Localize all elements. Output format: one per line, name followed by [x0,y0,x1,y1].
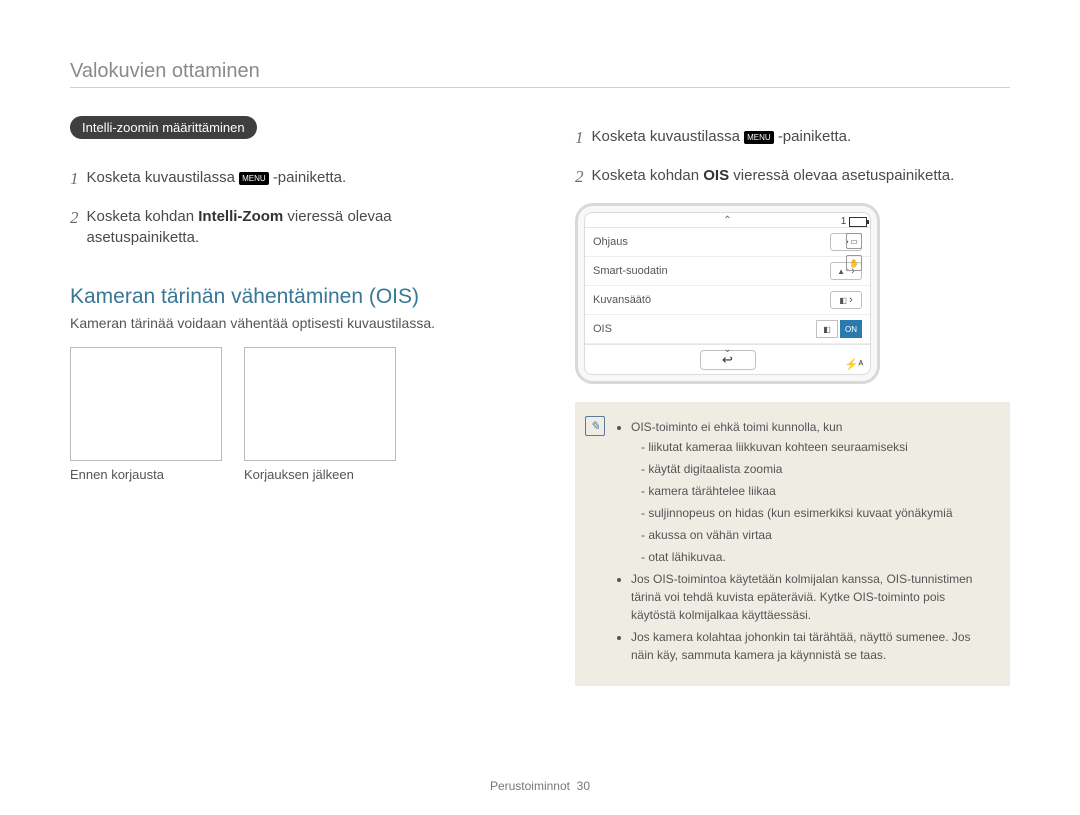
camera-menu: ⌃ Ohjaus › Smart-suodatin ▲⁺› [584,212,871,375]
menu-label: Smart-suodatin [593,265,668,277]
menu-row-smart-suodatin[interactable]: Smart-suodatin ▲⁺› [585,257,870,286]
before-label: Ennen korjausta [70,467,222,482]
ois-subtext: Kameran tärinää voidaan vähentää optises… [70,315,505,331]
step-text: Kosketa kohdan OIS vieressä olevaa asetu… [592,165,955,190]
note-list: OIS-toiminto ei ehkä toimi kunnolla, kun… [617,418,992,664]
manual-page: Valokuvien ottaminen Intelli-zoomin määr… [0,0,1080,815]
note-box: ✎ OIS-toiminto ei ehkä toimi kunnolla, k… [575,402,1010,686]
step-number: 2 [70,206,79,250]
content-columns: Intelli-zoomin määrittäminen 1 Kosketa k… [70,116,1010,686]
step-text: Kosketa kuvaustilassa MENU -painiketta. [87,167,347,192]
step-text: Kosketa kuvaustilassa MENU -painiketta. [592,126,852,151]
comparison-row: Ennen korjausta Korjauksen jälkeen [70,347,505,482]
step-number: 2 [575,165,584,190]
before-image [70,347,222,461]
after-block: Korjauksen jälkeen [244,347,396,482]
camera-screen: ⌃ Ohjaus › Smart-suodatin ▲⁺› [575,203,880,384]
menu-row-ohjaus[interactable]: Ohjaus › [585,228,870,257]
menu-label: Kuvansäätö [593,294,651,306]
toggle-off[interactable]: ◧ [816,320,838,338]
menu-row-ois[interactable]: OIS ◧ ON [585,315,870,344]
header-divider [70,87,1010,88]
menu-icon: MENU [239,172,269,185]
after-label: Korjauksen jälkeen [244,467,396,482]
step-text: Kosketa kohdan Intelli-Zoom vieressä ole… [87,206,506,250]
right-step-2: 2 Kosketa kohdan OIS vieressä olevaa ase… [575,165,1010,190]
battery-icon [849,217,867,227]
menu-bottom-bar: ⌄ ↩ [585,344,870,374]
flash-auto-icon: ⚡ᴬ [845,358,864,371]
step-number: 1 [575,126,584,151]
screen-status-sidebar: 1 ▭ ✋ ⚡ᴬ [841,216,867,371]
section-title: Valokuvien ottaminen [70,60,1010,83]
intelli-zoom-pill: Intelli-zoomin määrittäminen [70,116,257,139]
left-step-1: 1 Kosketa kuvaustilassa MENU -painiketta… [70,167,505,192]
menu-icon: MENU [744,131,774,144]
menu-label: Ohjaus [593,236,628,248]
aspect-icon: ▭ [846,233,862,249]
menu-row-kuvansaato[interactable]: Kuvansäätö ◧› [585,286,870,315]
left-column: Intelli-zoomin määrittäminen 1 Kosketa k… [70,116,505,686]
before-block: Ennen korjausta [70,347,222,482]
after-image [244,347,396,461]
ois-icon: ✋ [846,255,862,271]
menu-label: OIS [593,323,612,335]
right-column: 1 Kosketa kuvaustilassa MENU -painiketta… [575,116,1010,686]
note-icon: ✎ [585,416,605,436]
shots-remaining: 1 [841,216,868,227]
right-step-1: 1 Kosketa kuvaustilassa MENU -painiketta… [575,126,1010,151]
step-number: 1 [70,167,79,192]
left-step-2: 2 Kosketa kohdan Intelli-Zoom vieressä o… [70,206,505,250]
scroll-up-indicator[interactable]: ⌃ [585,213,870,228]
ois-heading: Kameran tärinän vähentäminen (OIS) [70,285,505,309]
page-footer: Perustoiminnot 30 [0,779,1080,793]
